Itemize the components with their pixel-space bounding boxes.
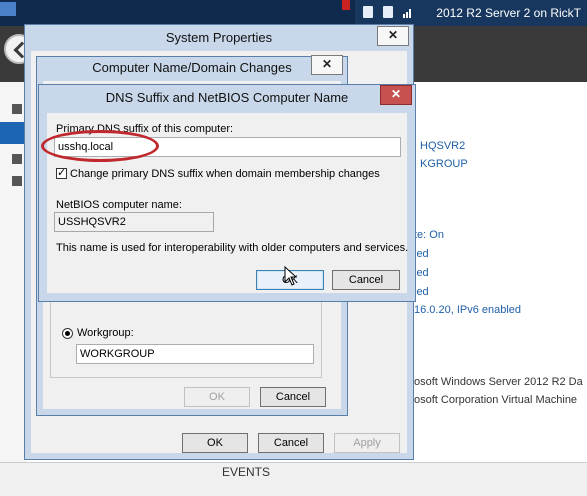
ethernet-link[interactable]: 16.0.20, IPv6 enabled <box>414 304 521 316</box>
computer-name-link[interactable]: HQSVR2 <box>420 140 465 152</box>
computer-name-cancel-button[interactable]: Cancel <box>260 387 326 407</box>
file-services-icon[interactable] <box>12 176 22 186</box>
connection-icon[interactable] <box>383 6 393 18</box>
computer-name-dialog-title: Computer Name/Domain Changes <box>92 60 292 75</box>
events-panel <box>0 462 587 496</box>
annotation-ellipse <box>41 130 159 162</box>
os-version-text: osoft Windows Server 2012 R2 Da <box>414 376 583 388</box>
remote-management-link[interactable]: led <box>414 248 429 260</box>
workgroup-label: Workgroup: <box>77 327 134 339</box>
close-icon[interactable]: ✕ <box>311 55 343 75</box>
change-dns-suffix-label: Change primary DNS suffix when domain me… <box>70 168 380 180</box>
remote-desktop-link[interactable]: led <box>414 267 429 279</box>
system-ok-button[interactable]: OK <box>182 433 248 453</box>
firewall-link[interactable]: te: On <box>414 229 444 241</box>
dashboard-icon[interactable] <box>12 104 22 114</box>
signal-icon <box>403 9 411 18</box>
all-servers-icon[interactable] <box>12 154 22 164</box>
mouse-cursor-icon <box>284 266 298 286</box>
netbios-label: NetBIOS computer name: <box>56 199 182 211</box>
workgroup-link[interactable]: KGROUP <box>420 158 468 170</box>
window-top-strip <box>0 0 355 26</box>
system-apply-button[interactable]: Apply <box>334 433 400 453</box>
change-dns-suffix-checkbox[interactable] <box>56 166 67 179</box>
app-icon <box>0 2 16 16</box>
nav-item-selected[interactable] <box>0 122 26 144</box>
nic-teaming-link[interactable]: led <box>414 286 429 298</box>
netbios-field: USSHQSVR2 <box>54 212 214 232</box>
window-accent <box>342 0 350 10</box>
pin-icon[interactable] <box>363 6 373 18</box>
info-text: This name is used for interoperability w… <box>56 242 409 254</box>
workgroup-field[interactable]: WORKGROUP <box>76 344 314 364</box>
close-icon[interactable]: ✕ <box>377 26 409 46</box>
dns-dialog-title: DNS Suffix and NetBIOS Computer Name <box>105 90 349 105</box>
computer-name-ok-button[interactable]: OK <box>184 387 250 407</box>
events-heading: EVENTS <box>222 465 271 479</box>
dns-cancel-button[interactable]: Cancel <box>332 270 400 290</box>
hardware-text: osoft Corporation Virtual Machine <box>414 394 578 406</box>
connection-title: 2012 R2 Server 2 on RickT <box>436 6 581 20</box>
close-icon[interactable]: ✕ <box>380 85 412 105</box>
system-cancel-button[interactable]: Cancel <box>258 433 324 453</box>
system-properties-title: System Properties <box>165 30 273 45</box>
workgroup-radio[interactable] <box>62 328 73 339</box>
